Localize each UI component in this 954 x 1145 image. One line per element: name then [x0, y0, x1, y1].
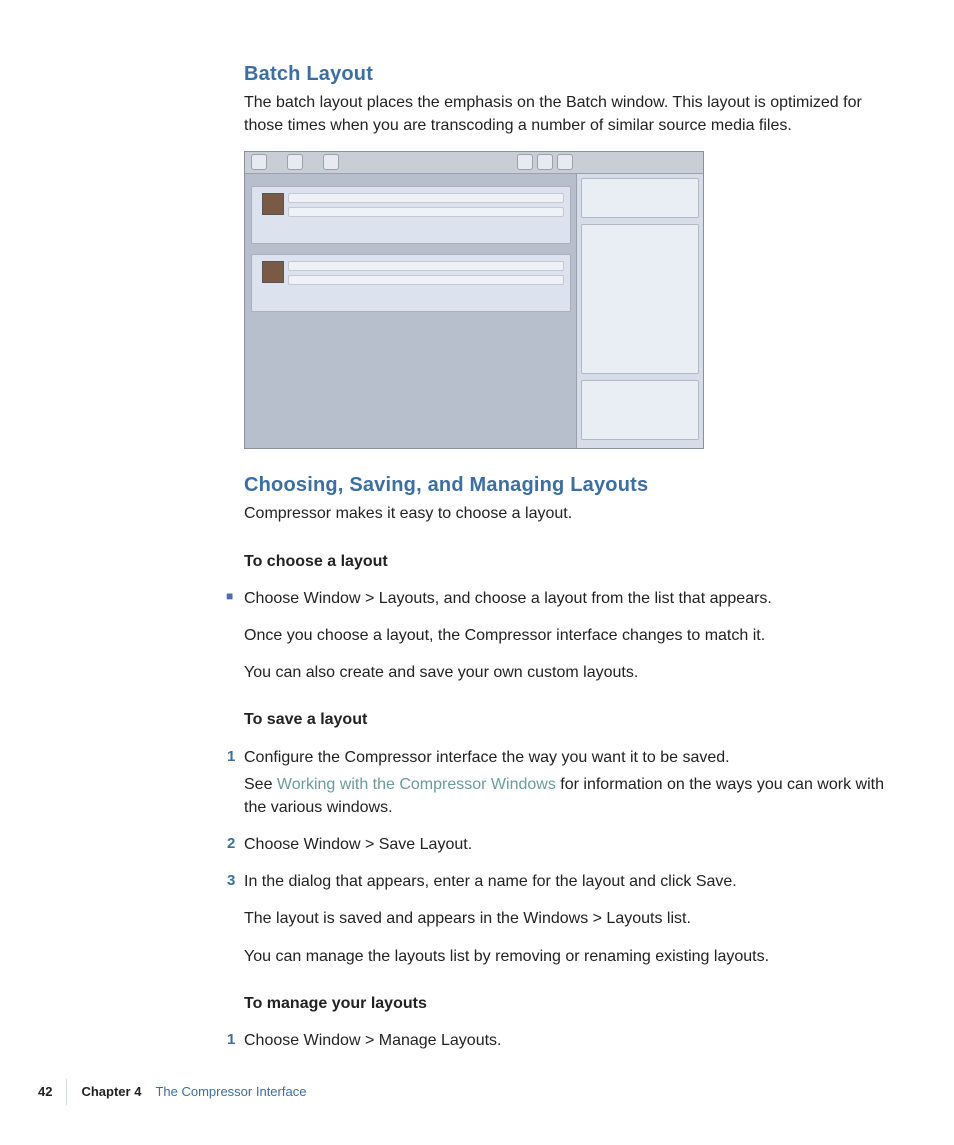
bullet-item-choose: ■ Choose Window > Layouts, and choose a … — [244, 587, 889, 610]
bullet-text-choose: Choose Window > Layouts, and choose a la… — [244, 590, 772, 607]
step-number: 1 — [227, 1029, 235, 1051]
step-save-3: 3 In the dialog that appears, enter a na… — [244, 870, 889, 893]
heading-choosing-layouts: Choosing, Saving, and Managing Layouts — [244, 471, 889, 500]
para-save-manage: You can manage the layouts list by remov… — [244, 945, 889, 968]
step-number: 2 — [227, 833, 235, 855]
subhead-to-save: To save a layout — [244, 708, 889, 731]
step-manage-1: 1 Choose Window > Manage Layouts. — [244, 1029, 889, 1052]
page-number: 42 — [38, 1083, 52, 1102]
heading-batch-layout: Batch Layout — [244, 60, 889, 89]
subhead-to-choose: To choose a layout — [244, 550, 889, 573]
page-content: Batch Layout The batch layout places the… — [244, 60, 889, 1066]
footer-chapter: Chapter 4 — [81, 1083, 141, 1102]
step-text: Configure the Compressor interface the w… — [244, 749, 730, 766]
para-choosing-intro: Compressor makes it easy to choose a lay… — [244, 502, 889, 525]
step-save-2: 2 Choose Window > Save Layout. — [244, 833, 889, 856]
footer-title: The Compressor Interface — [155, 1083, 306, 1102]
para-choose-custom: You can also create and save your own cu… — [244, 661, 889, 684]
bullet-icon: ■ — [226, 590, 233, 602]
page-footer: 42 Chapter 4 The Compressor Interface — [38, 1079, 894, 1105]
para-choose-result: Once you choose a layout, the Compressor… — [244, 624, 889, 647]
para-batch-layout: The batch layout places the emphasis on … — [244, 91, 889, 137]
step-text: In the dialog that appears, enter a name… — [244, 873, 737, 890]
note-pre: See — [244, 776, 277, 793]
step-text: Choose Window > Manage Layouts. — [244, 1032, 501, 1049]
subhead-to-manage: To manage your layouts — [244, 992, 889, 1015]
screenshot-batch-layout — [244, 151, 704, 449]
step-save-1-note: See Working with the Compressor Windows … — [244, 773, 889, 819]
step-number: 1 — [227, 746, 235, 768]
footer-divider — [66, 1079, 67, 1105]
link-working-windows[interactable]: Working with the Compressor Windows — [277, 776, 556, 793]
step-number: 3 — [227, 870, 235, 892]
step-text: Choose Window > Save Layout. — [244, 836, 472, 853]
para-save-result: The layout is saved and appears in the W… — [244, 907, 889, 930]
step-save-1: 1 Configure the Compressor interface the… — [244, 746, 889, 769]
